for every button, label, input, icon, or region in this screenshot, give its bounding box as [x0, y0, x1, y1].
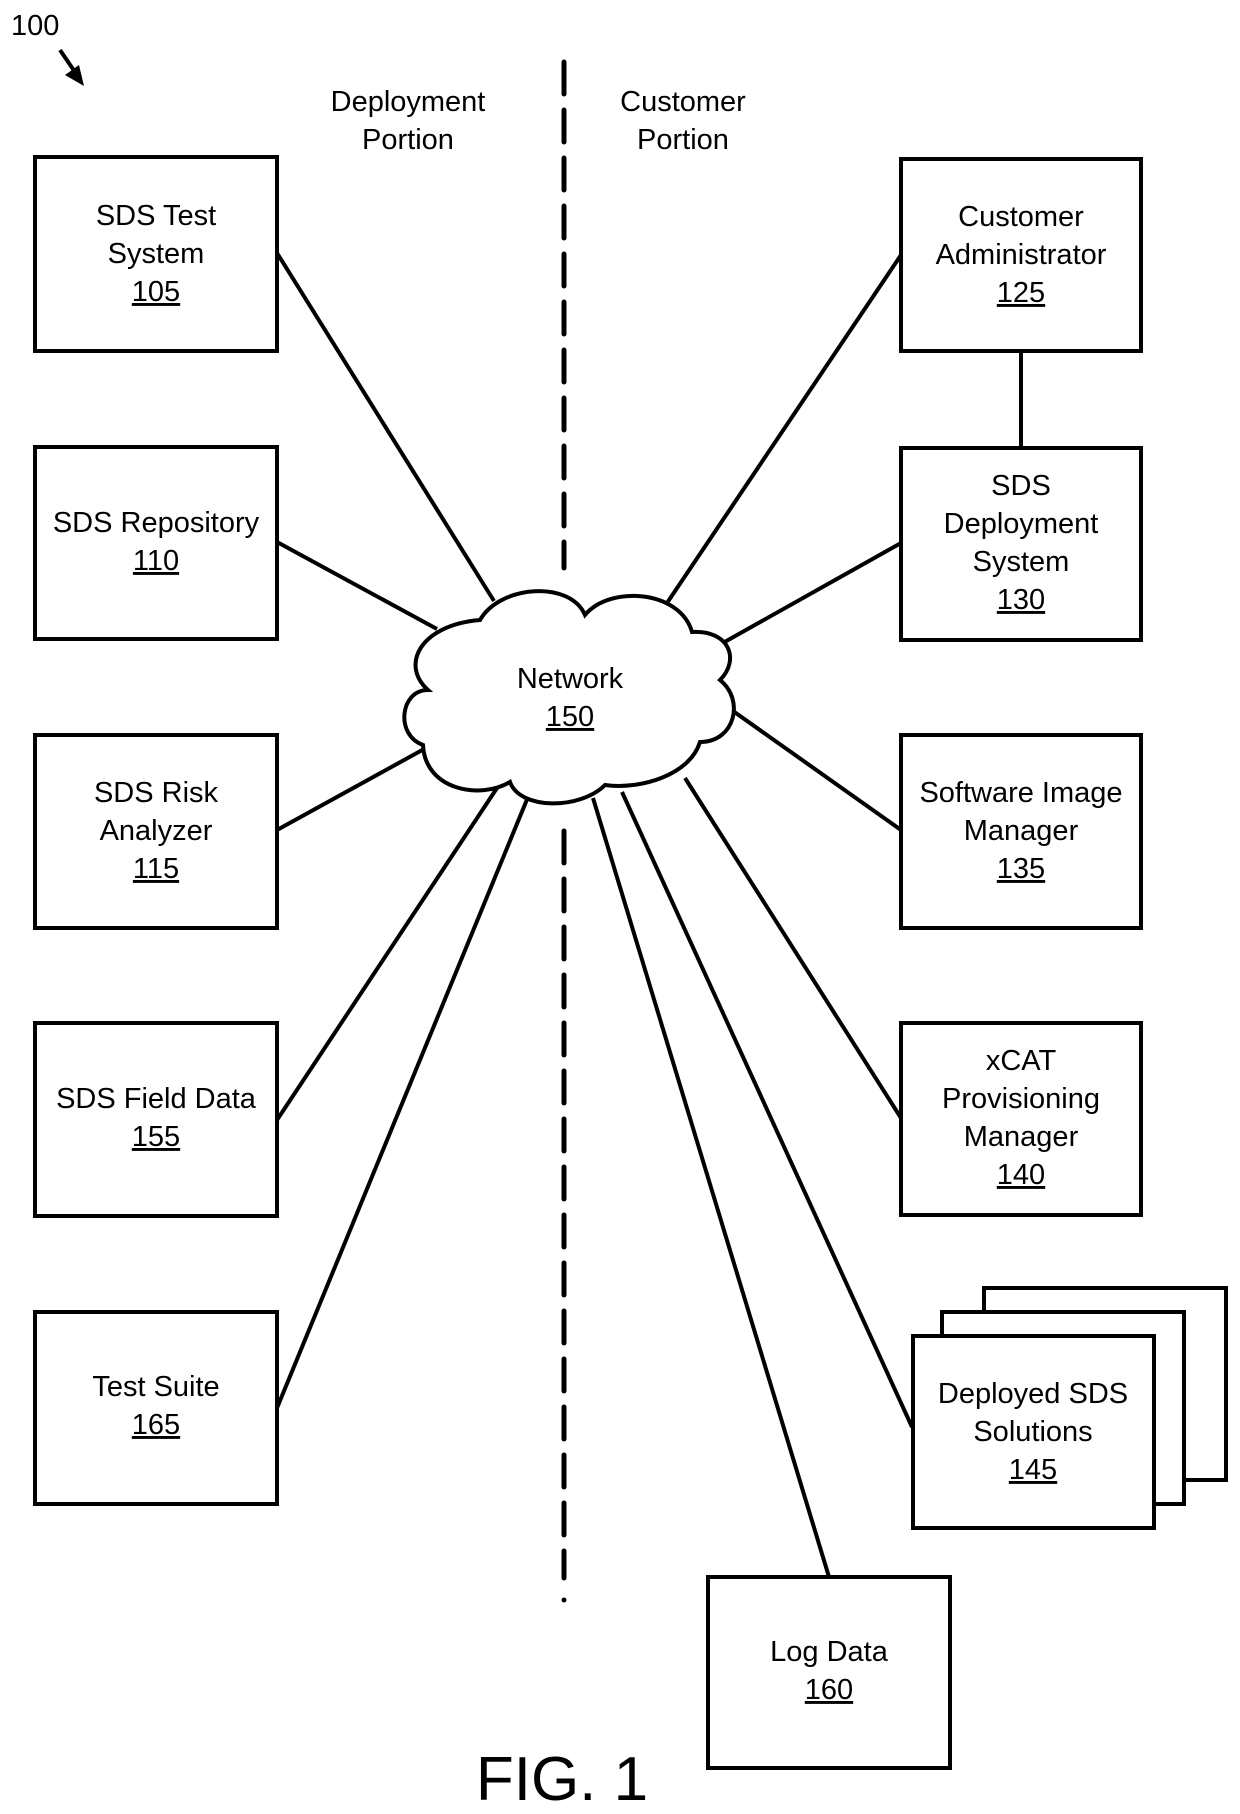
node-ref: 135 [997, 853, 1045, 885]
node-label-line2: System [108, 238, 205, 270]
node-label-line3: Manager [964, 1121, 1079, 1153]
node-ref: 140 [997, 1159, 1045, 1191]
portion-divider-end-dot [561, 1597, 567, 1603]
figure-reference-number: 100 [11, 10, 59, 42]
node-test-suite[interactable]: Test Suite 165 [33, 1310, 279, 1506]
customer-portion-heading-line2: Portion [637, 124, 729, 156]
connection-140-150 [683, 776, 903, 1120]
network-label: Network [517, 663, 624, 695]
connection-160-150 [591, 797, 831, 1578]
connection-115-150 [276, 741, 436, 832]
node-ref: 105 [132, 276, 180, 308]
node-ref: 125 [997, 277, 1045, 309]
node-label-line1: Log Data [770, 1636, 889, 1668]
system-diagram: 100 Deployment Portion Customer Portion … [11, 10, 1228, 1814]
node-label-line2: Solutions [973, 1416, 1092, 1448]
node-sds-risk-analyzer[interactable]: SDS Risk Analyzer 115 [33, 733, 279, 930]
node-label-line1: xCAT [986, 1045, 1057, 1077]
node-customer-administrator[interactable]: Customer Administrator 125 [899, 157, 1143, 353]
node-label-line1: SDS [991, 470, 1051, 502]
node-label-line2: Deployment [944, 508, 1099, 540]
connection-165-150 [275, 796, 530, 1409]
node-label-line1: Test Suite [92, 1371, 219, 1403]
node-sds-repository[interactable]: SDS Repository 110 [33, 445, 279, 641]
customer-portion-heading-line1: Customer [620, 86, 746, 118]
connection-105-150 [275, 251, 496, 603]
node-label-line1: SDS Risk [94, 777, 219, 809]
node-ref: 160 [805, 1674, 853, 1706]
node-label-line1: SDS Repository [53, 507, 260, 539]
figure-reference-arrow-icon [58, 48, 84, 86]
node-label-line1: SDS Field Data [56, 1083, 257, 1115]
node-sds-deployment-system[interactable]: SDS Deployment System 130 [899, 446, 1143, 642]
connection-125-150 [665, 253, 903, 605]
connection-130-150 [720, 541, 902, 646]
deployment-portion-heading-line1: Deployment [331, 86, 486, 118]
node-ref: 145 [1009, 1454, 1057, 1486]
node-label-line1: Customer [958, 201, 1084, 233]
node-label-line2: Analyzer [100, 815, 213, 847]
cloud-icon [402, 589, 736, 806]
node-xcat-provisioning-manager[interactable]: xCAT Provisioning Manager 140 [899, 1021, 1143, 1217]
connection-135-150 [731, 709, 903, 832]
node-label-line2: Manager [964, 815, 1079, 847]
deployment-portion-heading-line2: Portion [362, 124, 454, 156]
node-deployed-sds-solutions[interactable]: Deployed SDS Solutions 145 [911, 1286, 1228, 1530]
node-ref: 155 [132, 1121, 180, 1153]
node-label-line2: Provisioning [942, 1083, 1100, 1115]
node-log-data[interactable]: Log Data 160 [706, 1575, 952, 1770]
node-label-line1: Deployed SDS [938, 1378, 1128, 1410]
network-cloud[interactable]: Network 150 [402, 589, 736, 806]
figure-caption: FIG. 1 [476, 1745, 648, 1814]
node-software-image-manager[interactable]: Software Image Manager 135 [899, 733, 1143, 930]
node-sds-field-data[interactable]: SDS Field Data 155 [33, 1021, 279, 1218]
node-label-line1: SDS Test [96, 200, 216, 232]
node-ref: 110 [133, 545, 179, 577]
node-label-line1: Software Image [919, 777, 1122, 809]
network-ref: 150 [546, 701, 594, 733]
connection-110-150 [276, 540, 438, 631]
connection-145-150 [620, 791, 914, 1428]
node-label-line2: Administrator [936, 239, 1107, 271]
node-label-line3: System [973, 546, 1070, 578]
node-ref: 165 [132, 1409, 180, 1441]
node-sds-test-system[interactable]: SDS Test System 105 [33, 155, 279, 353]
node-ref: 115 [133, 853, 179, 885]
node-ref: 130 [997, 584, 1045, 616]
